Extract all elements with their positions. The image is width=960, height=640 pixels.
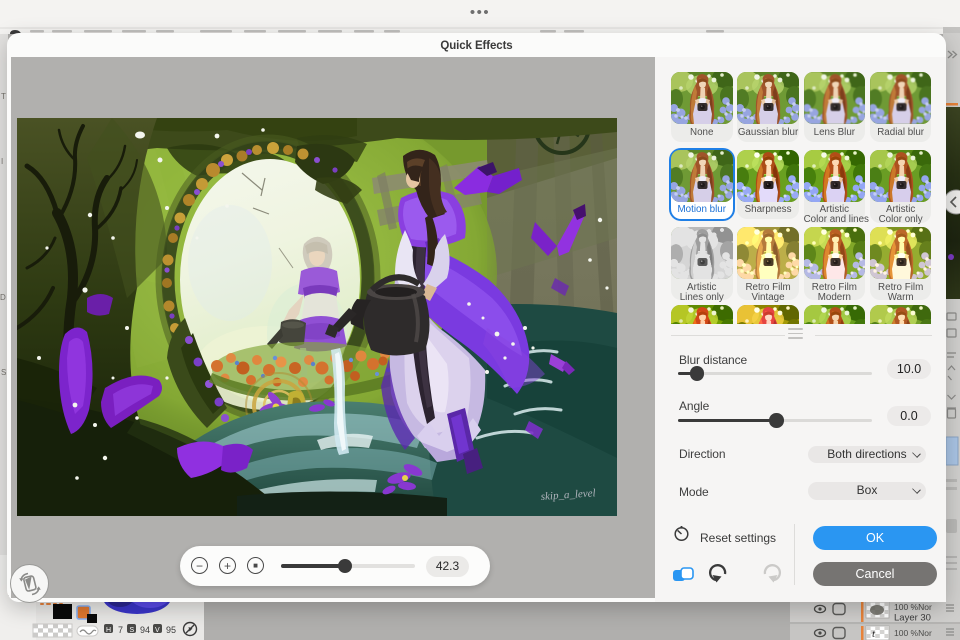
- svg-text:7: 7: [118, 625, 123, 635]
- svg-text:D: D: [0, 293, 6, 302]
- svg-text:T: T: [1, 92, 6, 101]
- svg-text:100 %Nor: 100 %Nor: [894, 628, 932, 638]
- svg-text:100 %Nor: 100 %Nor: [894, 602, 932, 612]
- svg-text:94: 94: [140, 625, 150, 635]
- svg-text:95: 95: [166, 625, 176, 635]
- svg-text:S: S: [1, 368, 6, 377]
- svg-text:V: V: [155, 627, 160, 634]
- svg-text:I: I: [1, 157, 3, 166]
- svg-text:H: H: [106, 627, 111, 634]
- svg-text:Layer 30: Layer 30: [894, 613, 931, 624]
- svg-text:S: S: [130, 627, 135, 634]
